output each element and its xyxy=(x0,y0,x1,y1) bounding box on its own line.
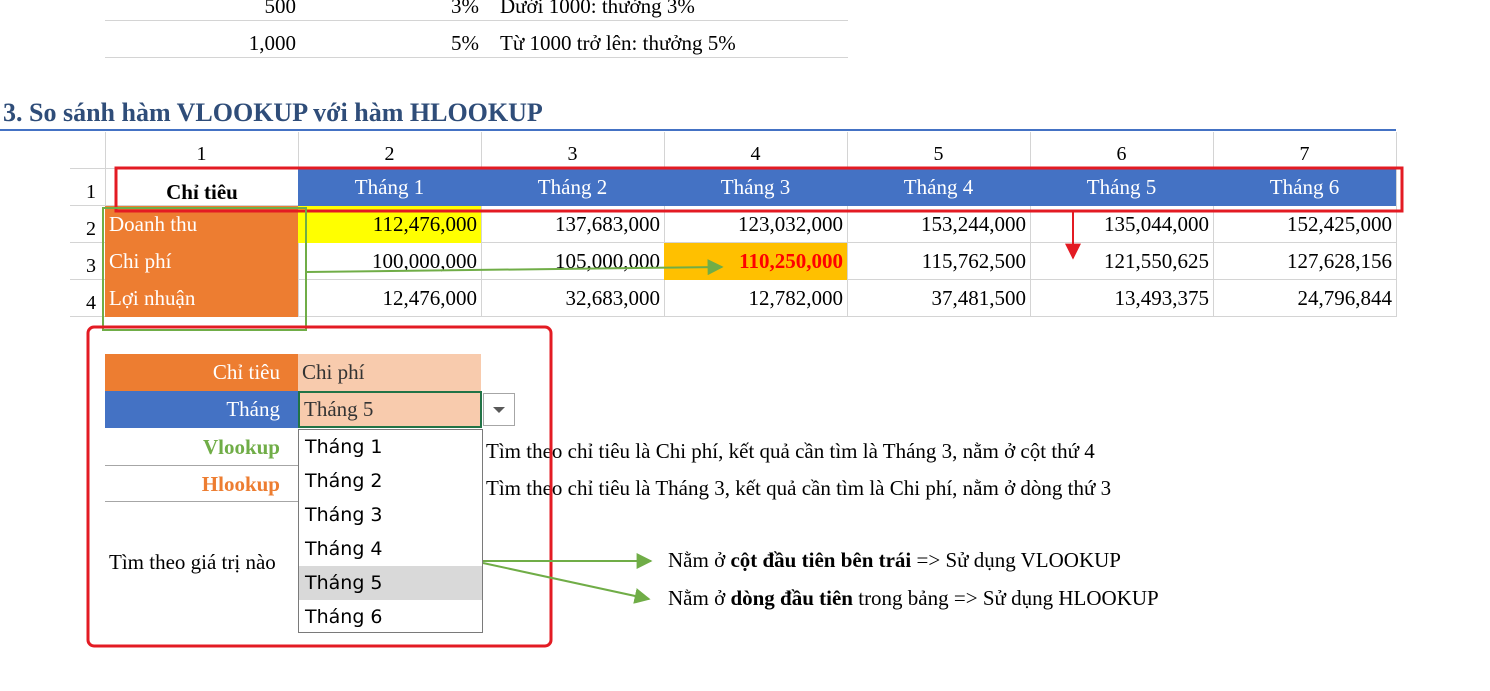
annotation-red-header-box xyxy=(114,166,1404,213)
annotation-green-arrow-hlookup xyxy=(482,562,651,604)
annotation-red-panel-box xyxy=(86,325,553,648)
annotation-green-arrow-row xyxy=(305,259,724,276)
annotation-overlay xyxy=(86,166,1404,648)
annotation-green-label-box xyxy=(102,207,307,331)
